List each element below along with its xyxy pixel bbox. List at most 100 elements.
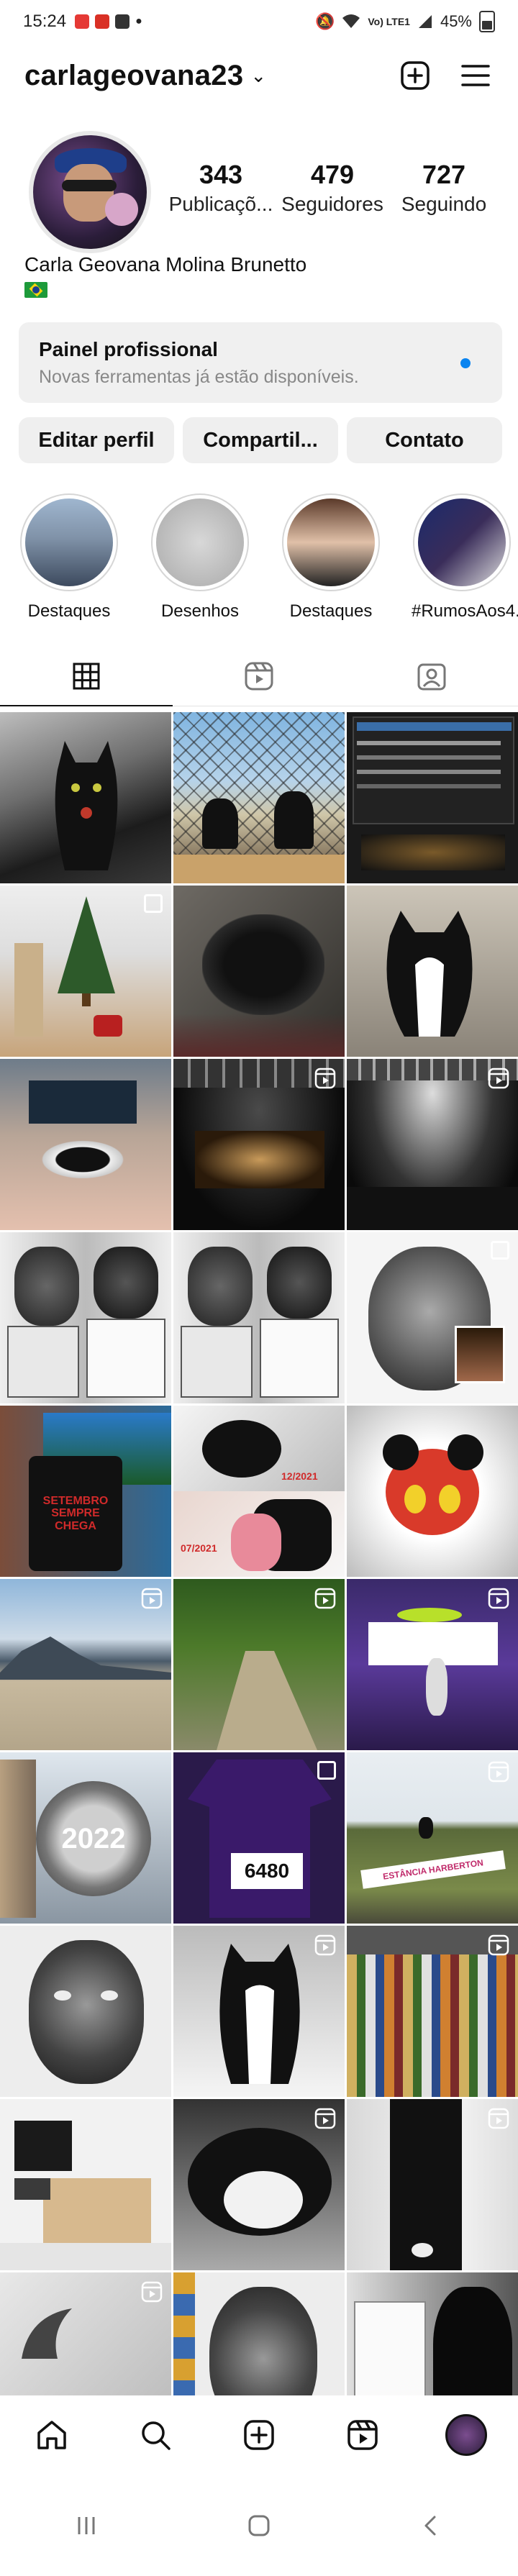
post-thumbnail[interactable] <box>0 2099 171 2270</box>
post-thumbnail[interactable]: 2022 <box>0 1752 171 1924</box>
posts-count: 343 <box>199 160 243 189</box>
create-post-button[interactable] <box>397 58 433 94</box>
post-thumbnail[interactable] <box>0 1059 171 1230</box>
reels-icon <box>488 2108 509 2133</box>
brazil-flag-icon <box>24 282 47 298</box>
status-time: 15:24 <box>23 12 67 31</box>
profile-avatar <box>33 135 147 249</box>
reels-icon <box>245 662 273 690</box>
chevron-down-icon[interactable]: ⌄ <box>250 65 266 87</box>
grid-icon <box>73 663 100 689</box>
highlight-item[interactable]: Desenhos <box>150 493 250 623</box>
nav-profile[interactable] <box>441 2410 491 2460</box>
post-thumbnail[interactable] <box>0 886 171 1057</box>
nav-home[interactable] <box>27 2410 77 2460</box>
recents-button[interactable] <box>61 2500 112 2551</box>
recents-icon <box>78 2516 95 2534</box>
status-bar: 15:24 ● 🔕 Vo) LTE1 45% <box>0 0 518 43</box>
create-icon <box>244 2420 274 2450</box>
nav-reels[interactable] <box>337 2410 388 2460</box>
post-thumbnail[interactable] <box>0 1579 171 1750</box>
post-thumbnail[interactable] <box>347 712 518 883</box>
share-profile-button[interactable]: Compartil... <box>183 417 338 463</box>
highlight-label: Destaques <box>289 601 373 621</box>
battery-icon <box>479 11 495 32</box>
highlight-cover <box>25 499 113 586</box>
reels-icon <box>488 1934 509 1960</box>
username[interactable]: carlageovana23 <box>24 60 243 92</box>
edit-profile-button[interactable]: Editar perfil <box>19 417 174 463</box>
back-button[interactable] <box>406 2500 457 2551</box>
race-bib-number: 6480 <box>231 1853 303 1889</box>
post-thumbnail[interactable]: 6480 <box>173 1752 345 1924</box>
reels-icon <box>488 1761 509 1786</box>
post-thumbnail[interactable] <box>0 712 171 883</box>
highlight-item[interactable]: Destaques <box>19 493 119 623</box>
post-thumbnail[interactable]: ESTÂNCIA HARBERTON <box>347 1752 518 1924</box>
highlight-item[interactable]: Destaques <box>281 493 381 623</box>
notification-icons: ● <box>75 14 142 29</box>
post-thumbnail[interactable] <box>173 1232 345 1403</box>
post-thumbnail[interactable] <box>173 712 345 883</box>
post-thumbnail[interactable] <box>347 886 518 1057</box>
highlight-label: Destaques <box>27 601 111 621</box>
menu-button[interactable] <box>458 58 494 94</box>
nav-search[interactable] <box>130 2410 181 2460</box>
home-button[interactable] <box>234 2500 284 2551</box>
search-icon <box>142 2421 171 2450</box>
cat-silhouette <box>55 741 118 870</box>
profile-avatar-ring[interactable] <box>29 131 151 253</box>
post-thumbnail[interactable] <box>173 1059 345 1230</box>
pro-panel-subtitle: Novas ferramentas já estão disponíveis. <box>39 367 359 387</box>
followers-stat[interactable]: 479 Seguidores <box>278 160 386 216</box>
profile-avatar <box>445 2414 487 2456</box>
post-thumbnail[interactable] <box>0 1232 171 1403</box>
following-stat[interactable]: 727 Seguindo <box>390 160 498 216</box>
profile-header: carlageovana23 ⌄ <box>0 50 518 101</box>
reels-icon <box>141 2281 163 2306</box>
news-icon <box>115 14 130 29</box>
tuxedo-cat <box>386 911 473 1037</box>
post-thumbnail[interactable] <box>0 1926 171 2097</box>
gmail-icon <box>95 14 110 29</box>
highlight-cover <box>287 499 375 586</box>
highlight-item[interactable]: #RumosAos4... <box>412 493 518 623</box>
reels-icon <box>141 1588 163 1613</box>
post-thumbnail[interactable] <box>347 1232 518 1403</box>
post-thumbnail[interactable] <box>173 886 345 1057</box>
post-thumbnail[interactable] <box>347 1059 518 1230</box>
network-label: Vo) LTE1 <box>368 16 410 27</box>
tab-tagged[interactable] <box>345 646 518 706</box>
highlight-label: #RumosAos4... <box>412 601 518 621</box>
multi-image-icon <box>317 1761 336 1780</box>
post-thumbnail[interactable] <box>173 1926 345 2097</box>
professional-dashboard[interactable]: Painel profissional Novas ferramentas já… <box>19 322 502 403</box>
following-label: Seguindo <box>401 193 487 215</box>
post-thumbnail[interactable] <box>347 1579 518 1750</box>
reels-icon <box>314 1588 336 1613</box>
post-thumbnail[interactable] <box>173 2099 345 2270</box>
mute-icon: 🔕 <box>314 12 335 30</box>
posts-grid: SETEMBRO SEMPRE CHEGA 12/2021 07/2021 20… <box>0 712 518 2444</box>
posts-stat[interactable]: 343 Publicaçõ... <box>167 160 275 216</box>
following-count: 727 <box>422 160 466 189</box>
tab-grid[interactable] <box>0 646 173 706</box>
multi-image-icon <box>491 1241 509 1260</box>
reels-icon <box>488 1068 509 1093</box>
christmas-tree <box>58 896 115 1006</box>
profile-stats: 343 Publicaçõ... 479 Seguidores 727 Segu… <box>167 160 498 216</box>
highlight-cover <box>418 499 506 586</box>
battery-percent: 45% <box>440 12 472 30</box>
plus-square-icon <box>401 61 430 90</box>
post-thumbnail[interactable] <box>347 1406 518 1577</box>
post-thumbnail[interactable]: SETEMBRO SEMPRE CHEGA <box>0 1406 171 1577</box>
profile-tabs <box>0 646 518 706</box>
post-thumbnail[interactable] <box>173 1579 345 1750</box>
post-thumbnail[interactable] <box>347 2099 518 2270</box>
reels-icon <box>314 2108 336 2133</box>
tab-reels[interactable] <box>173 646 345 706</box>
contact-button[interactable]: Contato <box>347 417 502 463</box>
post-thumbnail[interactable] <box>347 1926 518 2097</box>
nav-create[interactable] <box>234 2410 284 2460</box>
post-thumbnail[interactable]: 12/2021 07/2021 <box>173 1406 345 1577</box>
